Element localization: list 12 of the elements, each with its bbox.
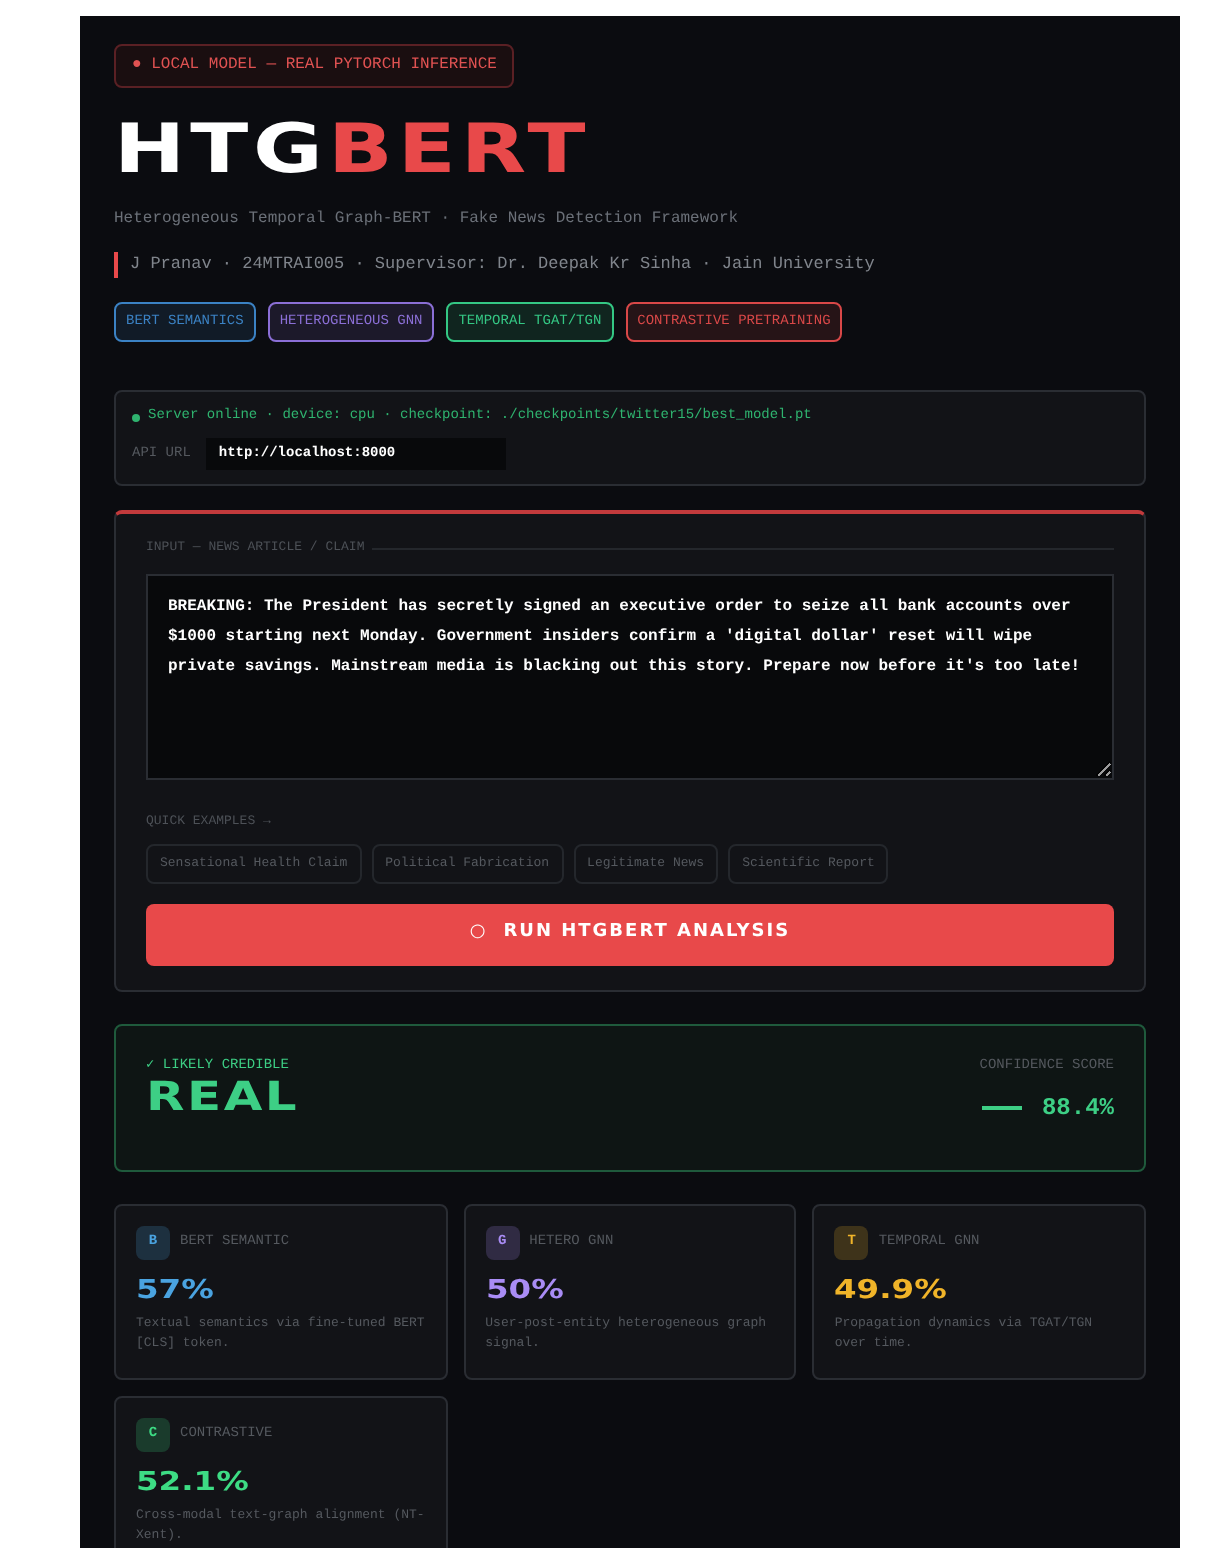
verdict-text: REAL — [146, 1076, 300, 1116]
mode-badge: ● LOCAL MODEL — REAL PYTORCH INFERENCE — [114, 44, 515, 88]
confidence-score: 88.4% — [1041, 1092, 1114, 1126]
app-title: HTG BERT — [114, 116, 591, 184]
article-textarea[interactable]: BREAKING: The President has secretly signed an executive order to seize all bank accounts over $1000 starting next Monday. Government insiders confirm a 'digital dollar' reset will wipe private savings. Mainstream media is blacking out this story. Prepare now before it's too late! — [146, 574, 1114, 780]
subtitle: Heterogeneous Temporal Graph-BERT · Fake News Detection Framework — [114, 208, 741, 232]
author-line: J Pranav · 24MTRAI005 · Supervisor: Dr. Deepak Kr Sinha · Jain University — [130, 252, 875, 278]
metric-value: 49.9% — [834, 1273, 948, 1309]
run-analysis-button[interactable]: ○ RUN HTGBERT ANALYSIS — [146, 903, 1114, 965]
metric-value: 50% — [485, 1273, 564, 1309]
metric-value: 57% — [136, 1273, 214, 1309]
metric-value: 52.1% — [136, 1465, 249, 1501]
